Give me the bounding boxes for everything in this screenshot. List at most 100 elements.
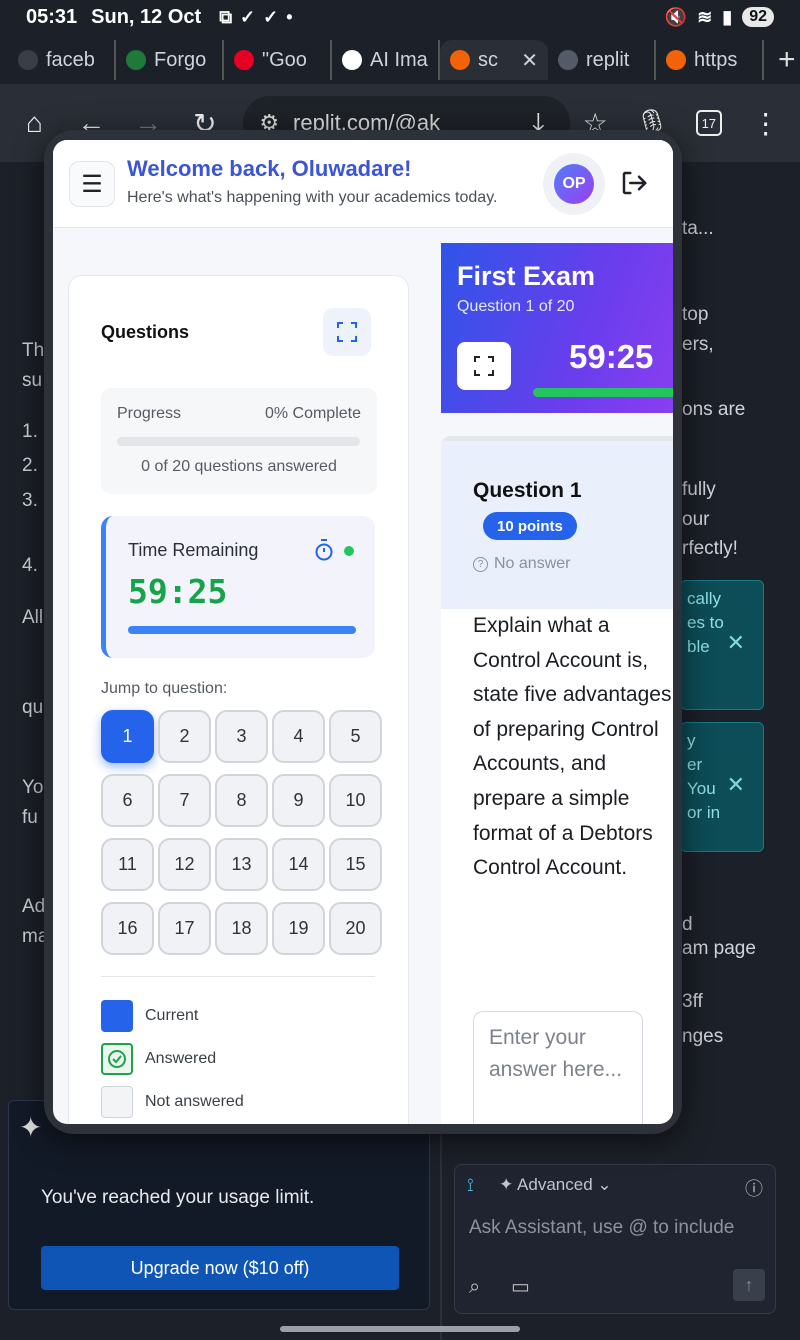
question-number-button[interactable]: 5 bbox=[329, 710, 382, 763]
close-icon[interactable]: ✕ bbox=[727, 773, 745, 797]
question-number-button[interactable]: 4 bbox=[272, 710, 325, 763]
question-number-button[interactable]: 16 bbox=[101, 902, 154, 955]
question-number-button[interactable]: 9 bbox=[272, 774, 325, 827]
close-icon[interactable]: ✕ bbox=[727, 631, 745, 655]
tab-label: https bbox=[694, 48, 738, 71]
favicon-icon bbox=[126, 50, 146, 70]
background-text: rfectly! bbox=[682, 538, 738, 559]
home-icon[interactable]: ⌂ bbox=[16, 103, 53, 143]
question-number-button[interactable]: 10 bbox=[329, 774, 382, 827]
question-header: Question 1 10 points ? No answer bbox=[441, 441, 673, 609]
favicon-icon bbox=[450, 50, 470, 70]
toast-text: cally bbox=[687, 589, 722, 608]
tab-label: Forgo bbox=[154, 48, 207, 71]
question-number-button[interactable]: 11 bbox=[101, 838, 154, 891]
legend-current-label: Current bbox=[145, 1006, 199, 1024]
exam-fullscreen-button[interactable] bbox=[457, 342, 511, 390]
question-number-grid: 1 2 3 4 5 6 7 8 9 10 11 12 13 14 15 16 17 18 19 20 bbox=[101, 710, 387, 955]
question-number-button[interactable]: 17 bbox=[158, 902, 211, 955]
download-done-icon: ✓ bbox=[263, 6, 279, 27]
current-swatch bbox=[101, 999, 133, 1032]
browser-tab[interactable]: AI Ima bbox=[332, 40, 440, 80]
question-number-button[interactable]: 15 bbox=[329, 838, 382, 891]
hamburger-icon[interactable]: ☰ bbox=[69, 161, 115, 207]
background-text: ons are bbox=[682, 399, 746, 420]
answer-input[interactable] bbox=[473, 1011, 643, 1124]
favicon-icon bbox=[18, 50, 38, 70]
browser-tab[interactable]: sc ✕ bbox=[440, 40, 548, 80]
divider bbox=[101, 976, 375, 977]
info-toast: y er You or in ✕ bbox=[680, 722, 764, 852]
background-text: qu bbox=[22, 697, 44, 718]
tab-switcher-button[interactable]: 17 bbox=[690, 103, 727, 143]
assistant-panel: ⟟ ✦ Advanced ⌄ ⓘ Ask Assistant, use @ to… bbox=[454, 1164, 776, 1314]
folder-icon[interactable]: ▭ bbox=[511, 1274, 530, 1299]
question-number-button[interactable]: 8 bbox=[215, 774, 268, 827]
browser-tab[interactable]: https bbox=[656, 40, 764, 80]
close-tab-icon[interactable]: ✕ bbox=[521, 48, 538, 73]
question-number-button[interactable]: 19 bbox=[272, 902, 325, 955]
question-number-button[interactable]: 12 bbox=[158, 838, 211, 891]
avatar[interactable]: OP bbox=[543, 153, 605, 215]
exam-question-counter: Question 1 of 20 bbox=[457, 298, 575, 315]
background-text: Ad bbox=[22, 896, 46, 917]
background-text: nges bbox=[682, 1026, 724, 1047]
question-number-button[interactable]: 13 bbox=[215, 838, 268, 891]
favicon-icon bbox=[666, 50, 686, 70]
favicon-icon bbox=[342, 50, 362, 70]
browser-tab[interactable]: faceb bbox=[8, 40, 116, 80]
background-text: am page bbox=[682, 938, 756, 959]
avatar-initials: OP bbox=[554, 164, 594, 204]
assistant-input[interactable]: Ask Assistant, use @ to include bbox=[469, 1217, 734, 1239]
time-remaining-value: 59:25 bbox=[128, 572, 228, 611]
wifi-icon: ≋ bbox=[697, 6, 713, 27]
sparkle-icon: ✦ bbox=[19, 1112, 43, 1143]
question-number-button[interactable]: 1 bbox=[101, 710, 154, 763]
date: Sun, 12 Oct bbox=[91, 5, 202, 28]
question-number-button[interactable]: 3 bbox=[215, 710, 268, 763]
question-number-button[interactable]: 14 bbox=[272, 838, 325, 891]
background-text: 3ff bbox=[682, 991, 703, 1012]
exam-timer: 59:25 bbox=[569, 338, 654, 375]
toast-text: y bbox=[687, 731, 696, 750]
send-button[interactable]: ↑ bbox=[733, 1269, 765, 1301]
exam-app: ☰ Welcome back, Oluwadare! Here's what's… bbox=[53, 140, 673, 1124]
question-number-button[interactable]: 7 bbox=[158, 774, 211, 827]
not-answered-swatch bbox=[101, 1085, 133, 1118]
question-number-button[interactable]: 2 bbox=[158, 710, 211, 763]
battery-indicator: 92 bbox=[742, 7, 774, 27]
jump-label: Jump to question: bbox=[101, 680, 228, 697]
toast-text: er bbox=[687, 755, 703, 774]
logout-icon[interactable] bbox=[619, 168, 649, 198]
tab-label: "Goo bbox=[262, 48, 307, 71]
browser-tab[interactable]: replit bbox=[548, 40, 656, 80]
new-tab-icon[interactable]: + bbox=[778, 43, 796, 77]
tab-label: faceb bbox=[46, 48, 95, 71]
question-text: Explain what a Control Account is, state… bbox=[473, 614, 672, 880]
question-number-button[interactable]: 20 bbox=[329, 902, 382, 955]
upgrade-button[interactable]: Upgrade now ($10 off) bbox=[41, 1246, 399, 1290]
question-number-button[interactable]: 6 bbox=[101, 774, 154, 827]
background-text: 2. bbox=[22, 455, 38, 476]
favicon-icon bbox=[234, 50, 254, 70]
browser-tab[interactable]: Forgo bbox=[116, 40, 224, 80]
browser-tab[interactable]: "Goo bbox=[224, 40, 332, 80]
question-number-button[interactable]: 18 bbox=[215, 902, 268, 955]
background-text: ers, bbox=[682, 334, 714, 355]
time-remaining-label: Time Remaining bbox=[128, 540, 259, 560]
answered-count: 0 of 20 questions answered bbox=[141, 458, 337, 475]
legend-not-answered-label: Not answered bbox=[145, 1092, 244, 1110]
info-icon[interactable]: ⓘ bbox=[745, 1175, 763, 1201]
fullscreen-button[interactable] bbox=[323, 308, 371, 356]
background-text: All bbox=[22, 607, 44, 628]
attach-icon[interactable]: ⌕ bbox=[469, 1276, 480, 1299]
progress-bar bbox=[117, 437, 360, 446]
assistant-mode-select[interactable]: ✦ Advanced ⌄ bbox=[499, 1175, 612, 1195]
background-text: 3. bbox=[22, 490, 38, 511]
background-text: our bbox=[682, 509, 710, 530]
overflow-menu-icon[interactable]: ⋮ bbox=[747, 103, 784, 143]
app-header: ☰ Welcome back, Oluwadare! Here's what's… bbox=[53, 140, 673, 228]
tab-strip: faceb Forgo "Goo AI Ima sc ✕ replit https + bbox=[0, 38, 800, 82]
toast-text: es to bbox=[687, 613, 724, 632]
answer-status: ? No answer bbox=[473, 555, 570, 573]
